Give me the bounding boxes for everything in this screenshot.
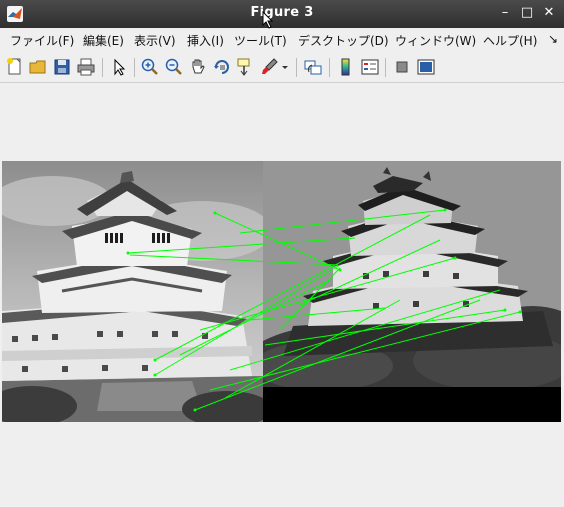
edit-plot-arrow-icon[interactable] xyxy=(109,57,129,77)
open-file-icon[interactable] xyxy=(28,57,48,77)
data-cursor-icon[interactable] xyxy=(236,57,256,77)
print-icon[interactable] xyxy=(76,57,96,77)
toolbar xyxy=(0,52,564,83)
toolbar-separator xyxy=(385,58,386,77)
menu-file[interactable]: ファイル(F) xyxy=(10,32,74,49)
toolbar-separator xyxy=(329,58,330,77)
save-icon[interactable] xyxy=(52,57,72,77)
menu-insert[interactable]: 挿入(I) xyxy=(187,32,224,49)
toolbar-separator xyxy=(296,58,297,77)
menu-view[interactable]: 表示(V) xyxy=(134,32,176,49)
hide-plot-tools-icon[interactable] xyxy=(392,57,412,77)
brush-icon[interactable] xyxy=(260,57,280,77)
minimize-button[interactable]: – xyxy=(496,4,514,22)
left-castle-image xyxy=(0,161,272,427)
menu-overflow-icon[interactable]: ↘ xyxy=(548,32,558,46)
colorbar-icon[interactable] xyxy=(336,57,356,77)
mouse-cursor-icon xyxy=(262,11,274,29)
toolbar-separator xyxy=(134,58,135,77)
new-figure-icon[interactable] xyxy=(5,57,25,77)
show-plot-tools-icon[interactable] xyxy=(416,57,436,77)
zoom-out-icon[interactable] xyxy=(164,57,184,77)
brush-dropdown-icon[interactable] xyxy=(280,57,290,77)
rotate-3d-icon[interactable] xyxy=(212,57,232,77)
maximize-button[interactable]: □ xyxy=(518,4,536,22)
menu-help[interactable]: ヘルプ(H) xyxy=(483,32,537,49)
padding-region xyxy=(263,387,561,422)
menu-edit[interactable]: 編集(E) xyxy=(83,32,124,49)
window-title: Figure 3 xyxy=(250,5,314,20)
menu-bar: ファイル(F) 編集(E) 表示(V) 挿入(I) ツール(T) デスクトップ(… xyxy=(0,28,564,52)
title-bar: Figure 3 – □ ✕ xyxy=(0,0,564,28)
legend-icon[interactable] xyxy=(360,57,380,77)
right-castle-image xyxy=(253,161,564,391)
zoom-in-icon[interactable] xyxy=(140,57,160,77)
link-plot-icon[interactable] xyxy=(303,57,323,77)
close-button[interactable]: ✕ xyxy=(540,4,558,22)
pan-hand-icon[interactable] xyxy=(188,57,208,77)
menu-tools[interactable]: ツール(T) xyxy=(234,32,287,49)
menu-desktop[interactable]: デスクトップ(D) xyxy=(298,32,389,49)
toolbar-separator xyxy=(102,58,103,77)
menu-window[interactable]: ウィンドウ(W) xyxy=(395,32,476,49)
